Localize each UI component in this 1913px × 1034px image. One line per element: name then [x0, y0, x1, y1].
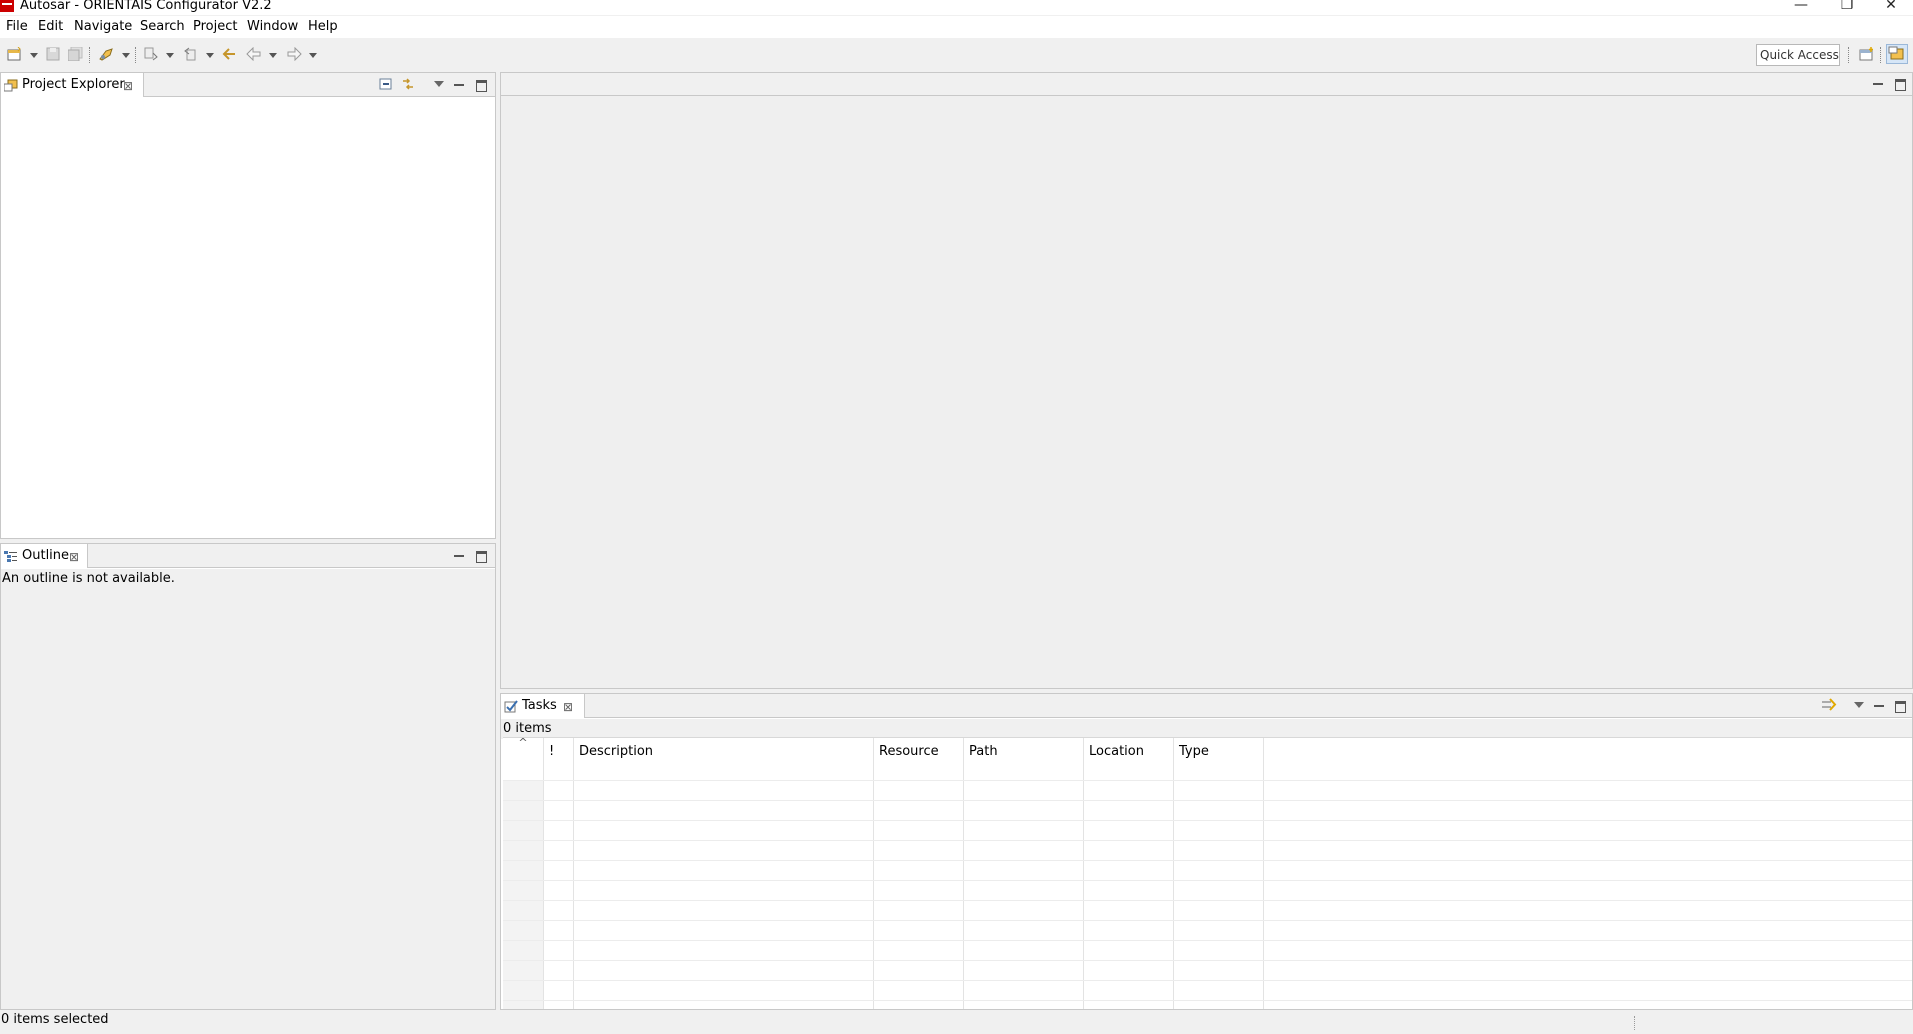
tasks-tabstrip: Tasks ⊠ — [501, 694, 1912, 718]
app-icon — [0, 0, 14, 12]
run-icon[interactable] — [98, 47, 114, 61]
column-divider[interactable] — [543, 738, 544, 1009]
menu-edit[interactable]: Edit — [38, 19, 63, 35]
menu-help[interactable]: Help — [308, 19, 338, 35]
view-menu-icon[interactable] — [1852, 698, 1866, 712]
status-text: 0 items selected — [1, 1012, 109, 1027]
outline-tabstrip: Outline ⊠ — [1, 544, 495, 568]
toolbar-separator — [89, 47, 91, 63]
menu-bar: File Edit Navigate Search Project Window… — [0, 16, 1913, 38]
save-icon[interactable] — [46, 47, 62, 61]
outline-view: Outline ⊠ An outline is not available. — [0, 543, 496, 1010]
previous-annotation-icon[interactable] — [183, 47, 199, 61]
editor-area — [500, 72, 1913, 689]
tab-label: Outline — [22, 548, 70, 563]
run-dropdown-icon[interactable] — [122, 53, 130, 58]
row-divider — [503, 820, 1912, 821]
menu-search[interactable]: Search — [140, 19, 185, 35]
status-bar: 0 items selected — [0, 1010, 1913, 1034]
close-tab-icon[interactable]: ⊠ — [563, 696, 573, 718]
row-divider — [503, 960, 1912, 961]
item-count: 0 items — [503, 721, 552, 736]
menu-window[interactable]: Window — [247, 19, 298, 35]
tab-project-explorer[interactable]: Project Explorer ⊠ — [1, 73, 144, 97]
column-divider[interactable] — [1263, 738, 1264, 1009]
maximize-editor-icon[interactable] — [1893, 76, 1907, 91]
new-wizard-icon[interactable] — [7, 46, 23, 61]
column-divider[interactable] — [963, 738, 964, 1009]
project-explorer-icon — [3, 78, 18, 92]
maximize-view-icon[interactable] — [474, 548, 488, 563]
main-toolbar — [0, 38, 1913, 70]
new-dropdown-icon[interactable] — [30, 53, 38, 58]
configure-contents-icon[interactable] — [1821, 698, 1837, 712]
menu-file[interactable]: File — [6, 19, 28, 35]
minimize-editor-icon[interactable] — [1871, 76, 1885, 90]
outline-content: An outline is not available. — [1, 569, 495, 1009]
close-tab-icon[interactable]: ⊠ — [69, 546, 79, 568]
restore-button[interactable]: ❐ — [1824, 0, 1870, 14]
collapse-all-icon[interactable] — [379, 77, 393, 91]
row-divider — [503, 1000, 1912, 1001]
next-annotation-dropdown-icon[interactable] — [166, 53, 174, 58]
forward-icon[interactable] — [286, 46, 302, 62]
row-divider — [503, 940, 1912, 941]
quick-access-field[interactable]: Quick Access — [1756, 44, 1840, 66]
column-divider[interactable] — [873, 738, 874, 1009]
minimize-view-icon[interactable] — [452, 548, 466, 562]
toolbar-separator — [135, 47, 137, 63]
previous-annotation-dropdown-icon[interactable] — [206, 53, 214, 58]
close-tab-icon[interactable]: ⊠ — [123, 75, 133, 97]
tasks-grid — [503, 738, 1912, 1009]
column-divider[interactable] — [573, 738, 574, 1009]
tab-label: Tasks — [522, 698, 557, 713]
last-edit-location-icon[interactable] — [222, 47, 238, 61]
maximize-view-icon[interactable] — [474, 77, 488, 92]
title-bar: Autosar - ORIENTAIS Configurator V2.2 — … — [0, 0, 1913, 15]
minimize-view-icon[interactable] — [1872, 698, 1886, 712]
tasks-table: ^ ! Description Resource Path Location T… — [503, 737, 1912, 1009]
tab-label: Project Explorer — [22, 77, 125, 92]
maximize-view-icon[interactable] — [1893, 698, 1907, 713]
editor-tabstrip — [501, 73, 1912, 96]
toolbar-separator — [1880, 47, 1882, 63]
row-divider — [503, 800, 1912, 801]
row-divider — [503, 880, 1912, 881]
save-all-icon[interactable] — [67, 46, 84, 62]
forward-dropdown-icon[interactable] — [309, 53, 317, 58]
minimize-button[interactable]: — — [1778, 0, 1824, 14]
tasks-summary-bar: 0 items — [501, 719, 1912, 739]
toolbar-separator — [1848, 47, 1850, 63]
outline-message: An outline is not available. — [2, 571, 175, 586]
row-divider — [503, 980, 1912, 981]
minimize-view-icon[interactable] — [452, 77, 466, 91]
outline-icon — [4, 549, 18, 562]
project-tree[interactable] — [1, 98, 495, 538]
menu-navigate[interactable]: Navigate — [74, 19, 132, 35]
project-explorer-tabstrip: Project Explorer ⊠ — [1, 73, 495, 97]
open-perspective-icon[interactable] — [1859, 47, 1875, 61]
tab-outline[interactable]: Outline ⊠ — [1, 544, 88, 568]
resource-perspective-icon[interactable] — [1886, 44, 1908, 64]
row-divider — [503, 920, 1912, 921]
link-with-editor-icon[interactable] — [401, 77, 415, 91]
tab-tasks[interactable]: Tasks ⊠ — [501, 694, 585, 718]
status-separator — [1634, 1016, 1635, 1030]
back-dropdown-icon[interactable] — [269, 53, 277, 58]
back-icon[interactable] — [246, 46, 262, 62]
tasks-view: Tasks ⊠ 0 items ^ ! Description Resource… — [500, 693, 1913, 1010]
row-divider — [503, 900, 1912, 901]
menu-project[interactable]: Project — [193, 19, 237, 35]
view-menu-icon[interactable] — [432, 77, 446, 91]
row-divider — [503, 840, 1912, 841]
next-annotation-icon[interactable] — [143, 47, 159, 61]
row-divider — [503, 860, 1912, 861]
column-divider[interactable] — [1173, 738, 1174, 1009]
project-explorer-view: Project Explorer ⊠ — [0, 72, 496, 539]
window-title: Autosar - ORIENTAIS Configurator V2.2 — [20, 0, 272, 13]
column-divider[interactable] — [1083, 738, 1084, 1009]
close-button[interactable]: ✕ — [1868, 0, 1913, 14]
row-divider — [503, 780, 1912, 781]
tasks-icon — [504, 699, 518, 713]
